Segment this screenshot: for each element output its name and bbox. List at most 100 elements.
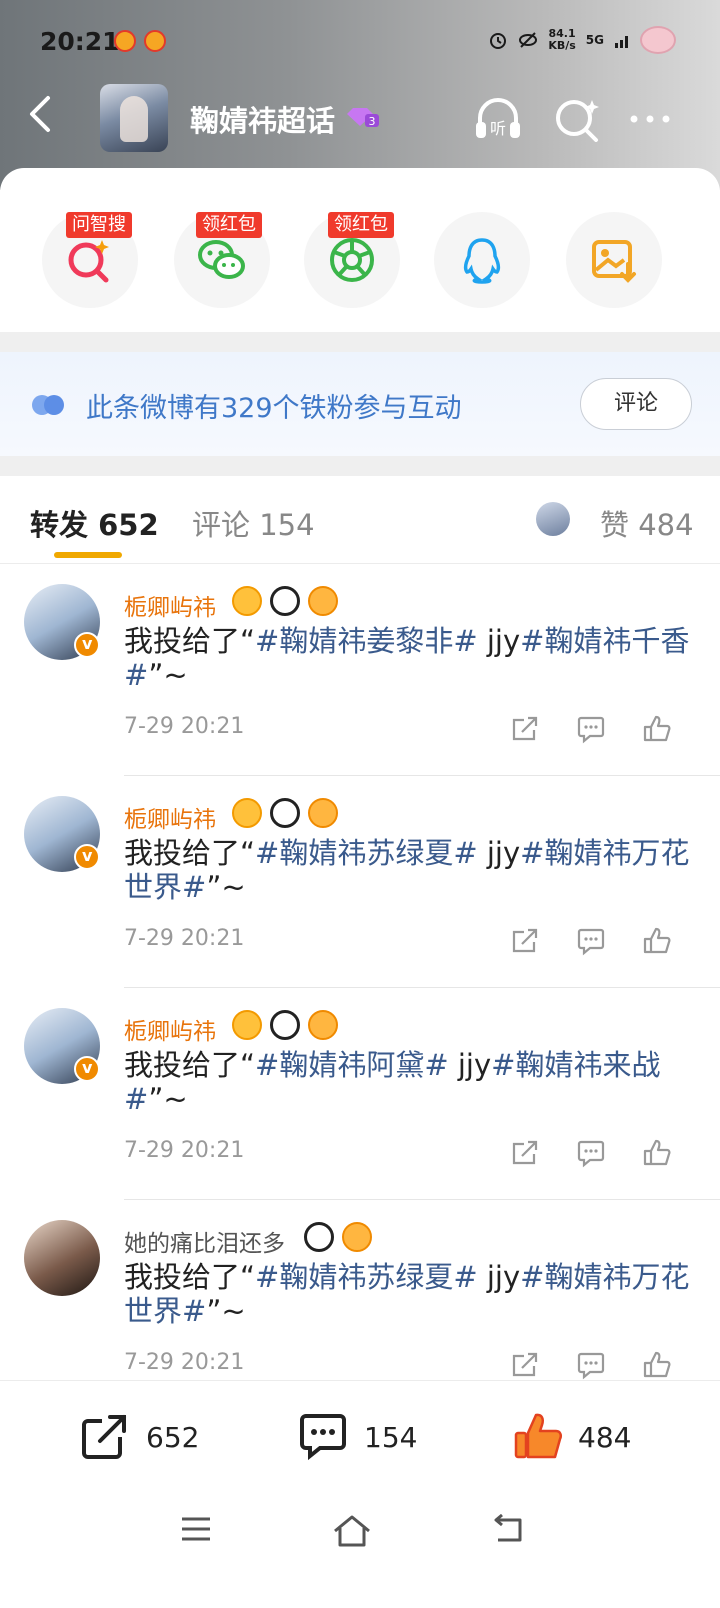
comment-icon[interactable] [576, 926, 606, 956]
network-label: 5G [585, 33, 604, 47]
share-sheet: 问智搜 领红包 领红包 [0, 168, 720, 332]
back-nav-icon[interactable] [492, 1514, 526, 1546]
moments-icon [330, 238, 374, 282]
comment-icon[interactable] [576, 714, 606, 744]
repost-icon[interactable] [510, 1138, 540, 1168]
share-badge: 领红包 [196, 212, 262, 238]
gem-level-icon: 3 [347, 108, 379, 128]
repost-icon[interactable] [510, 926, 540, 956]
bottom-comment-count: 154 [364, 1421, 418, 1454]
crown-badge-icon [232, 798, 262, 828]
user-name[interactable]: 栀卿屿祎 [124, 1012, 216, 1046]
weibo-notification-icon [144, 30, 166, 52]
status-bar: 20:21 84.1 KB/s 5G [0, 24, 720, 64]
more-icon[interactable] [626, 96, 674, 142]
net-speed: 84.1 KB/s [548, 27, 576, 52]
menu-icon[interactable] [180, 1514, 212, 1544]
header: 20:21 84.1 KB/s 5G 鞠婧祎超话 3 听 [0, 0, 720, 190]
tab-repost[interactable]: 转发 652 [30, 502, 159, 544]
bottom-comment-button[interactable]: 154 [298, 1405, 428, 1465]
bottom-repost-button[interactable]: 652 [80, 1405, 210, 1465]
timestamp: 7-29 20:21 [124, 1350, 245, 1375]
bottom-like-button[interactable]: 484 [512, 1405, 642, 1465]
repost-icon[interactable] [510, 714, 540, 744]
eye-off-icon [519, 32, 538, 48]
repost-icon[interactable] [510, 1350, 540, 1380]
panda-badge-icon [304, 1222, 334, 1252]
comment-icon[interactable] [576, 1350, 606, 1380]
like-icon[interactable] [642, 1138, 672, 1168]
comment-icon [300, 1414, 346, 1461]
comment-icon[interactable] [576, 1138, 606, 1168]
user-badges [232, 798, 338, 828]
fish-badge-icon [308, 1010, 338, 1040]
list-item[interactable]: 栀卿屿祎 我投给了“#鞠婧祎苏绿夏# jjy#鞠婧祎万花世界#”~ 7-29 2… [0, 776, 720, 988]
like-icon[interactable] [642, 714, 672, 744]
list-item[interactable]: 栀卿屿祎 我投给了“#鞠婧祎阿黛# jjy#鞠婧祎来战#”~ 7-29 20:2… [0, 988, 720, 1200]
section-gap [0, 456, 720, 476]
topic-tag[interactable]: #鞠婧祎阿黛# [255, 1048, 449, 1082]
avatar[interactable] [24, 1220, 100, 1296]
fish-badge-icon [308, 798, 338, 828]
list-item[interactable]: 栀卿屿祎 我投给了“#鞠婧祎姜黎非# jjy#鞠婧祎千香#”~ 7-29 20:… [0, 564, 720, 776]
like-icon[interactable] [642, 1350, 672, 1380]
repost-icon [82, 1415, 126, 1459]
like-icon[interactable] [642, 926, 672, 956]
listen-icon[interactable]: 听 [474, 96, 522, 142]
fans-comment-button[interactable]: 评论 [580, 378, 692, 430]
wechat-icon [198, 240, 245, 279]
tab-bar: 转发 652 评论 154 赞 484 [0, 476, 720, 564]
search-sparkle-icon [68, 240, 109, 283]
panda-badge-icon [270, 798, 300, 828]
topic-avatar[interactable] [100, 84, 168, 152]
signal-icon [615, 36, 628, 48]
qq-share-button[interactable] [434, 212, 530, 308]
tab-like[interactable]: 赞 484 [600, 502, 694, 544]
topic-tag[interactable]: #鞠婧祎苏绿夏# [255, 1260, 478, 1294]
section-gap [0, 332, 720, 352]
tab-comment[interactable]: 评论 154 [192, 502, 315, 544]
panda-badge-icon [270, 1010, 300, 1040]
bottom-like-count: 484 [578, 1421, 632, 1454]
save-image-button[interactable] [566, 212, 662, 308]
user-name[interactable]: 栀卿屿祎 [124, 800, 216, 834]
user-badges [232, 586, 338, 616]
bottom-action-bar: 652 154 484 [0, 1380, 720, 1492]
page-title[interactable]: 鞠婧祎超话 [190, 98, 335, 140]
topic-tag[interactable]: #鞠婧祎苏绿夏# [255, 836, 478, 870]
verified-icon [74, 844, 100, 870]
repost-text: 我投给了“#鞠婧祎阿黛# jjy#鞠婧祎来战#”~ [124, 1048, 661, 1116]
fans-banner-text: 此条微博有329个铁粉参与互动 [86, 393, 462, 424]
share-badge: 领红包 [328, 212, 394, 238]
fans-banner: 此条微博有329个铁粉参与互动 评论 [0, 352, 720, 456]
search-icon[interactable] [554, 96, 602, 142]
home-icon[interactable] [332, 1514, 372, 1548]
crown-badge-icon [232, 1010, 262, 1040]
panda-badge-icon [270, 586, 300, 616]
share-badge: 问智搜 [66, 212, 132, 238]
verified-icon [74, 632, 100, 658]
like-filled-icon [514, 1413, 563, 1459]
topic-tag[interactable]: #鞠婧祎姜黎非# [255, 624, 478, 658]
system-indicators: 84.1 KB/s 5G [488, 28, 660, 52]
timestamp: 7-29 20:21 [124, 926, 245, 951]
tab-indicator [54, 552, 122, 558]
top-nav: 鞠婧祎超话 3 听 [0, 82, 720, 152]
bottom-repost-count: 652 [146, 1421, 200, 1454]
status-time: 20:21 [40, 27, 120, 56]
save-image-icon [592, 240, 636, 283]
svg-text:听: 听 [490, 119, 506, 138]
back-icon[interactable] [26, 94, 56, 134]
repost-text: 我投给了“#鞠婧祎苏绿夏# jjy#鞠婧祎万花世界#”~ [124, 836, 690, 904]
user-badges [304, 1222, 372, 1252]
user-name[interactable]: 栀卿屿祎 [124, 588, 216, 622]
repost-text: 我投给了“#鞠婧祎苏绿夏# jjy#鞠婧祎万花世界#”~ [124, 1260, 690, 1328]
system-nav-bar [0, 1492, 720, 1608]
timestamp: 7-29 20:21 [124, 1138, 245, 1163]
battery-donut-icon [640, 26, 676, 54]
alarm-icon [490, 33, 507, 49]
fish-badge-icon [308, 586, 338, 616]
fish-badge-icon [342, 1222, 372, 1252]
user-name[interactable]: 她的痛比泪还多 [124, 1224, 285, 1258]
svg-text:3: 3 [369, 115, 376, 128]
